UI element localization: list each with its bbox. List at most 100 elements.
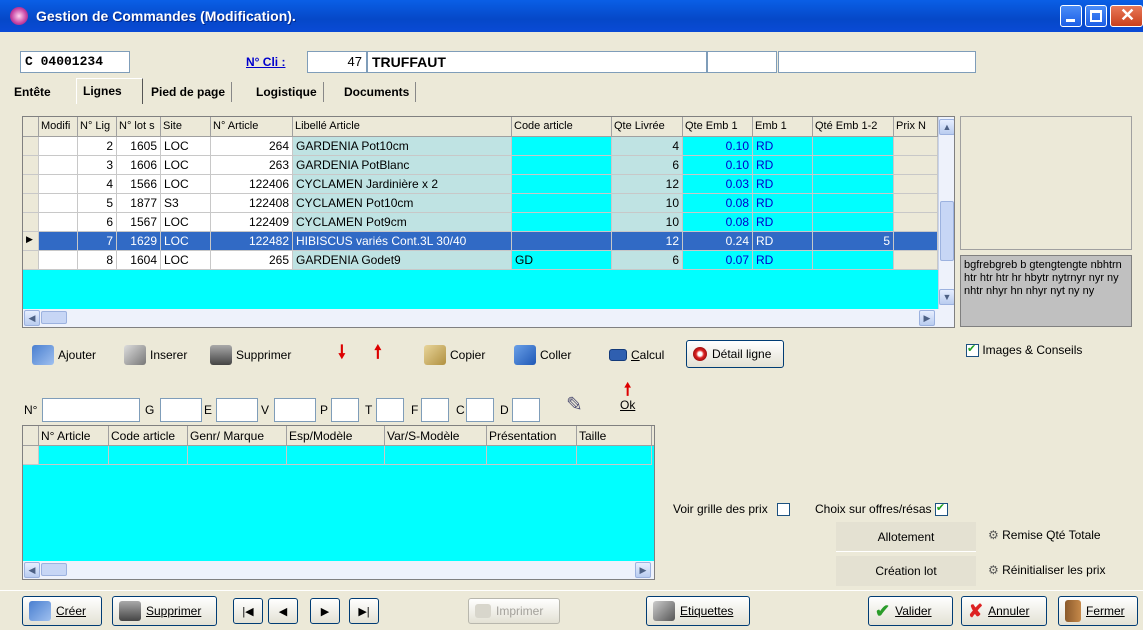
cell-article[interactable]: 264 [211, 137, 293, 156]
cell-ligne[interactable]: 6 [78, 213, 117, 232]
empty-row[interactable] [23, 270, 954, 289]
search-p-field[interactable] [331, 398, 359, 422]
cell-libelle[interactable]: CYCLAMEN Pot10cm [293, 194, 512, 213]
cell-modifi[interactable] [39, 232, 78, 251]
vertical-scrollbar[interactable]: ▲ ▼ [938, 117, 954, 309]
cell-prix[interactable] [894, 232, 938, 251]
cell-emb[interactable]: 0.08 [683, 213, 753, 232]
detail-line-button[interactable]: Détail ligne [686, 340, 784, 368]
cell-ligne[interactable]: 2 [78, 137, 117, 156]
cell-modifi[interactable] [39, 156, 78, 175]
column-header[interactable]: Prix N [894, 117, 938, 137]
minimize-button[interactable] [1060, 5, 1082, 27]
search-t-field[interactable] [376, 398, 404, 422]
cell-prix[interactable] [894, 194, 938, 213]
cell-code[interactable] [512, 232, 612, 251]
column-header[interactable]: Qte Emb 1 [683, 117, 753, 137]
table-row[interactable]: 2 1605 LOC 264 GARDENIA Pot10cm 4 0.10 RD [23, 137, 954, 156]
column-header[interactable]: N° Article [39, 426, 109, 446]
move-up-button[interactable]: 🠕 [374, 341, 382, 369]
order-lines-grid[interactable]: Modifi N° Lig N° lot s Site N° Article Libell… [22, 116, 955, 328]
scroll-right-button[interactable]: ▶ [635, 562, 651, 578]
cell-qte[interactable]: 12 [612, 175, 683, 194]
cell-prix[interactable] [894, 156, 938, 175]
images-conseils-option[interactable]: Images & Conseils [966, 342, 1082, 358]
cell-prix[interactable] [894, 213, 938, 232]
next-record-button[interactable]: ▶ [310, 598, 340, 624]
column-header[interactable]: Taille [577, 426, 652, 446]
cell-ligne[interactable]: 5 [78, 194, 117, 213]
cell-libelle[interactable]: GARDENIA Godet9 [293, 251, 512, 270]
cell-site[interactable]: S3 [161, 194, 211, 213]
horizontal-scrollbar[interactable]: ◀ ▶ [23, 309, 954, 327]
voir-grille-checkbox[interactable] [777, 503, 791, 517]
first-record-button[interactable]: |◀ [233, 598, 263, 624]
choix-offres-option[interactable]: Choix sur offres/résas [815, 501, 948, 517]
search-v-field[interactable] [274, 398, 316, 422]
column-header[interactable]: Var/S-Modèle [385, 426, 487, 446]
cell-site[interactable]: LOC [161, 137, 211, 156]
cell-lot[interactable]: 1877 [117, 194, 161, 213]
table-cell[interactable] [487, 446, 577, 465]
row-selector[interactable]: ▶ [23, 232, 39, 251]
choix-offres-checkbox[interactable] [934, 501, 948, 517]
client-number-field[interactable]: 47 [307, 51, 367, 73]
cell-lot[interactable]: 1567 [117, 213, 161, 232]
cell-qte[interactable]: 10 [612, 194, 683, 213]
table-row[interactable]: 8 1604 LOC 265 GARDENIA Godet9 GD 6 0.07 RD [23, 251, 954, 270]
row-selector[interactable] [23, 251, 39, 270]
cell-prix[interactable] [894, 175, 938, 194]
cell-code[interactable] [512, 175, 612, 194]
cancel-button[interactable]: ✘ Annuler [961, 596, 1047, 626]
cell-article[interactable]: 122406 [211, 175, 293, 194]
cell-code[interactable] [512, 137, 612, 156]
scroll-down-button[interactable]: ▼ [939, 289, 954, 305]
column-header[interactable]: Libellé Article [293, 117, 512, 137]
table-row[interactable]: 6 1567 LOC 122409 CYCLAMEN Pot9cm 10 0.08 RD [23, 213, 954, 232]
cell-lot[interactable]: 1566 [117, 175, 161, 194]
column-header[interactable]: Modifi [39, 117, 78, 137]
cell-libelle[interactable]: GARDENIA PotBlanc [293, 156, 512, 175]
cell-site[interactable]: LOC [161, 213, 211, 232]
search-g-field[interactable] [160, 398, 202, 422]
cell-emb1[interactable]: RD [753, 137, 813, 156]
cell-qte[interactable]: 6 [612, 156, 683, 175]
cell-site[interactable]: LOC [161, 251, 211, 270]
row-selector[interactable] [23, 156, 39, 175]
tab-lignes[interactable]: Lignes [76, 78, 143, 104]
cell-libelle[interactable]: CYCLAMEN Pot9cm [293, 213, 512, 232]
cell-emb1[interactable]: RD [753, 175, 813, 194]
voir-grille-option[interactable]: Voir grille des prix [673, 502, 791, 517]
paste-button[interactable]: Coller [514, 341, 571, 369]
cell-modifi[interactable] [39, 251, 78, 270]
column-header[interactable]: Code article [109, 426, 188, 446]
cell-emb1[interactable]: RD [753, 232, 813, 251]
horizontal-scrollbar[interactable]: ◀ ▶ [23, 561, 654, 579]
cell-prix[interactable] [894, 137, 938, 156]
cell-emb1[interactable]: RD [753, 156, 813, 175]
last-record-button[interactable]: ▶| [349, 598, 379, 624]
column-header[interactable]: Qte Livrée [612, 117, 683, 137]
column-header[interactable]: N° Lig [78, 117, 117, 137]
insert-line-button[interactable]: Inserer [124, 341, 187, 369]
scroll-up-button[interactable]: ▲ [939, 119, 954, 135]
cell-article[interactable]: 122408 [211, 194, 293, 213]
cell-libelle[interactable]: GARDENIA Pot10cm [293, 137, 512, 156]
cell-lot[interactable]: 1629 [117, 232, 161, 251]
cell-lot[interactable]: 1606 [117, 156, 161, 175]
cell-modifi[interactable] [39, 175, 78, 194]
client-number-link[interactable]: N° Cli : [246, 55, 285, 69]
cell-site[interactable]: LOC [161, 232, 211, 251]
scroll-left-button[interactable]: ◀ [24, 310, 40, 326]
cell-emb12[interactable] [813, 213, 894, 232]
add-line-button[interactable]: Ajouter [32, 341, 96, 369]
print-button[interactable]: Imprimer [468, 598, 560, 624]
scroll-left-button[interactable]: ◀ [24, 562, 40, 578]
reinitialiser-prix-button[interactable]: ⚙ Réinitialiser les prix [988, 563, 1105, 577]
search-n-field[interactable] [42, 398, 140, 422]
row-selector[interactable] [23, 213, 39, 232]
cell-modifi[interactable] [39, 137, 78, 156]
table-cell[interactable] [385, 446, 487, 465]
cell-code[interactable] [512, 213, 612, 232]
cell-code[interactable] [512, 194, 612, 213]
